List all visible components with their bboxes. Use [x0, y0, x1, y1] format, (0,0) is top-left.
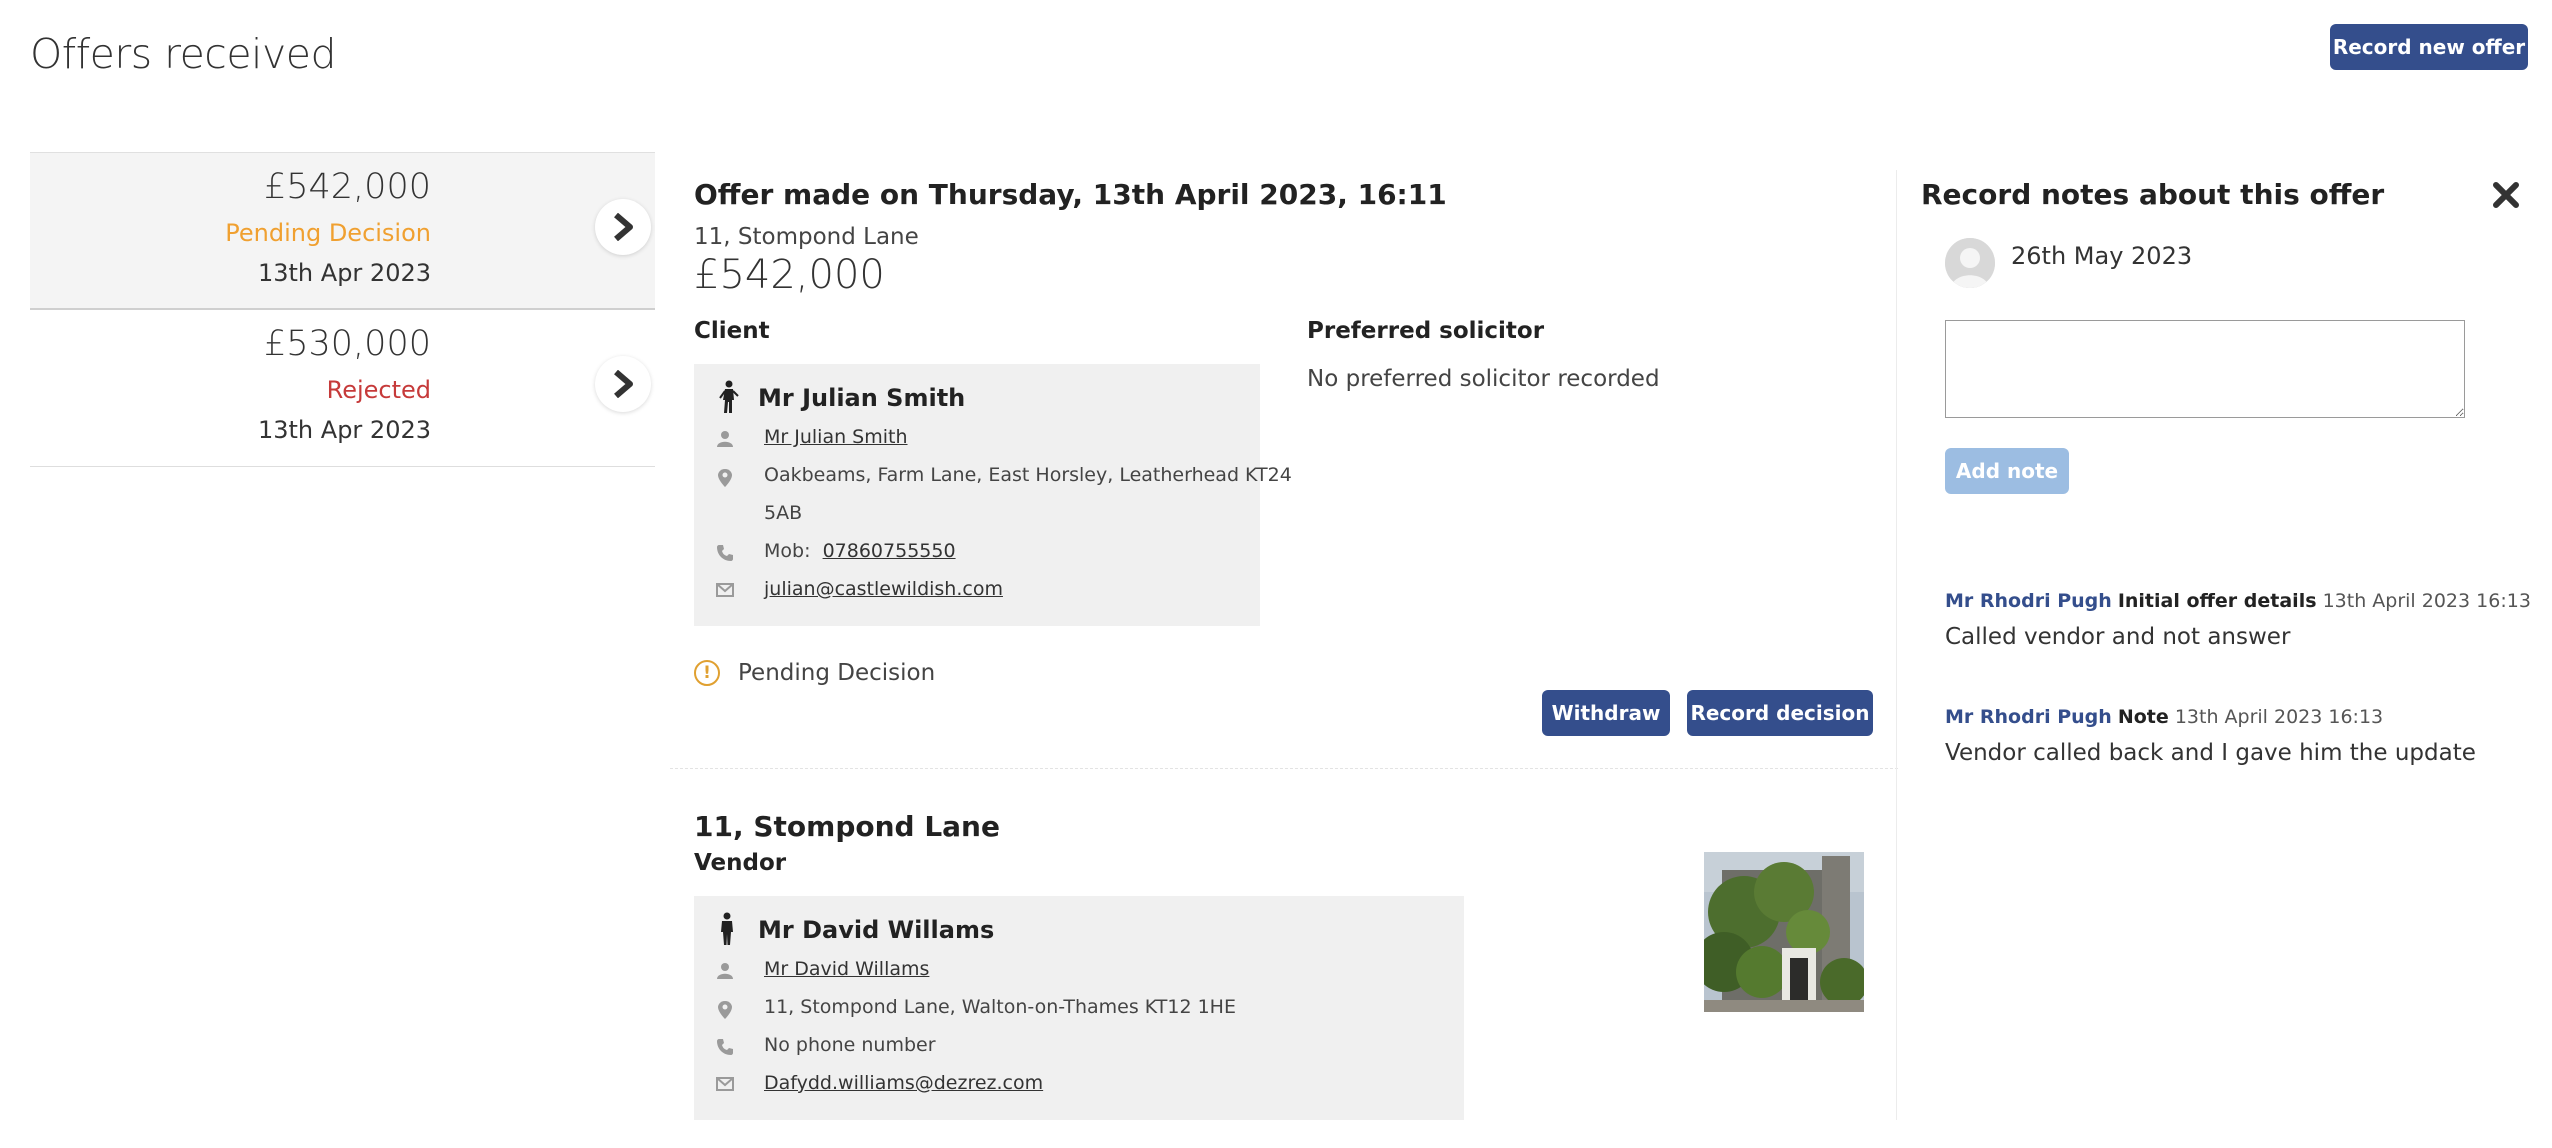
phone-icon [716, 544, 734, 562]
client-email-row: julian@castlewildish.com [764, 578, 1003, 600]
client-name: Mr Julian Smith [758, 384, 966, 412]
note-type: Initial offer details [2117, 590, 2317, 612]
client-address-cont: 5AB [764, 502, 803, 524]
note-time: 13th April 2023 16:13 [2322, 590, 2531, 612]
withdraw-button[interactable]: Withdraw [1542, 690, 1670, 736]
envelope-icon [716, 1076, 734, 1094]
note-type: Note [2117, 706, 2169, 728]
offer-amount: £530,000 [263, 324, 431, 364]
offer-date: 13th Apr 2023 [257, 416, 431, 444]
section-divider [670, 768, 1898, 769]
offer-heading: Offer made on Thursday, 13th April 2023,… [694, 178, 1447, 211]
client-phone-row: Mob: 07860755550 [764, 540, 956, 562]
client-phone-link[interactable]: 07860755550 [823, 540, 956, 562]
offer-address: 11, Stompond Lane [694, 224, 919, 250]
person-icon [716, 912, 738, 950]
client-contact-card: Mr Julian Smith Mr Julian Smith Oakbeams… [694, 364, 1292, 626]
note-entry: Mr Rhodri Pugh Note 13th April 2023 16:1… [1945, 706, 2525, 766]
offer-card[interactable]: £530,000 Rejected 13th Apr 2023 [30, 310, 655, 467]
client-email-link[interactable]: julian@castlewildish.com [764, 578, 1003, 600]
notes-panel: Record notes about this offer 26th May 2… [1896, 170, 2536, 1120]
preferred-solicitor-value: No preferred solicitor recorded [1307, 366, 1660, 392]
offer-amount: £542,000 [263, 167, 431, 207]
offer-status-text: Pending Decision [738, 660, 936, 686]
vendor-address: 11, Stompond Lane, Walton-on-Thames KT12… [764, 996, 1236, 1018]
person-walking-icon [716, 380, 742, 418]
note-textarea[interactable] [1945, 320, 2465, 418]
page-title: Offers received [30, 30, 336, 78]
location-pin-icon [716, 1000, 734, 1019]
record-decision-button[interactable]: Record decision [1687, 690, 1873, 736]
exclamation-circle-icon: ! [694, 660, 720, 686]
add-note-button[interactable]: Add note [1945, 448, 2069, 494]
location-pin-icon [716, 468, 734, 487]
property-title: 11, Stompond Lane [694, 810, 1000, 843]
note-meta: Mr Rhodri Pugh Initial offer details 13t… [1945, 590, 2531, 612]
user-icon [716, 962, 734, 980]
client-name-link[interactable]: Mr Julian Smith [764, 426, 908, 448]
vendor-phone: No phone number [764, 1034, 936, 1056]
note-author[interactable]: Mr Rhodri Pugh [1945, 706, 2112, 728]
offer-list: £542,000 Pending Decision 13th Apr 2023 … [30, 152, 655, 467]
client-label: Client [694, 318, 770, 344]
offer-card[interactable]: £542,000 Pending Decision 13th Apr 2023 [30, 153, 655, 310]
vendor-label: Vendor [694, 850, 787, 876]
offer-status: Pending Decision [225, 219, 431, 247]
note-author[interactable]: Mr Rhodri Pugh [1945, 590, 2112, 612]
vendor-contact-card: Mr David Willams Mr David Willams 11, St… [694, 896, 1464, 1120]
avatar [1945, 238, 1995, 288]
vendor-email-row: Dafydd.williams@dezrez.com [764, 1072, 1043, 1094]
phone-icon [716, 1038, 734, 1056]
chevron-right-icon[interactable] [595, 199, 651, 255]
offer-amount-large: £542,000 [694, 252, 885, 298]
phone-prefix: Mob: [764, 540, 811, 562]
note-body: Vendor called back and I gave him the up… [1945, 740, 2476, 766]
client-link[interactable]: Mr Julian Smith [764, 426, 908, 448]
client-address: Oakbeams, Farm Lane, East Horsley, Leath… [764, 464, 1292, 486]
user-icon [716, 430, 734, 448]
close-icon[interactable] [2491, 180, 2521, 210]
notes-title: Record notes about this offer [1921, 178, 2385, 211]
note-body: Called vendor and not answer [1945, 624, 2291, 650]
record-new-offer-button[interactable]: Record new offer [2330, 24, 2528, 70]
vendor-name-link[interactable]: Mr David Willams [764, 958, 929, 980]
note-time: 13th April 2023 16:13 [2174, 706, 2384, 728]
envelope-icon [716, 582, 734, 600]
vendor-email-link[interactable]: Dafydd.williams@dezrez.com [764, 1072, 1043, 1094]
offer-status: Rejected [326, 376, 431, 404]
vendor-name: Mr David Willams [758, 916, 995, 944]
chevron-right-icon[interactable] [595, 356, 651, 412]
note-meta: Mr Rhodri Pugh Note 13th April 2023 16:1… [1945, 706, 2525, 728]
note-entry: Mr Rhodri Pugh Initial offer details 13t… [1945, 590, 2531, 650]
note-date: 26th May 2023 [2011, 242, 2193, 270]
offer-date: 13th Apr 2023 [257, 259, 431, 287]
property-photo[interactable] [1704, 852, 1864, 1012]
vendor-link-row: Mr David Willams [764, 958, 929, 980]
preferred-solicitor-label: Preferred solicitor [1307, 318, 1545, 344]
